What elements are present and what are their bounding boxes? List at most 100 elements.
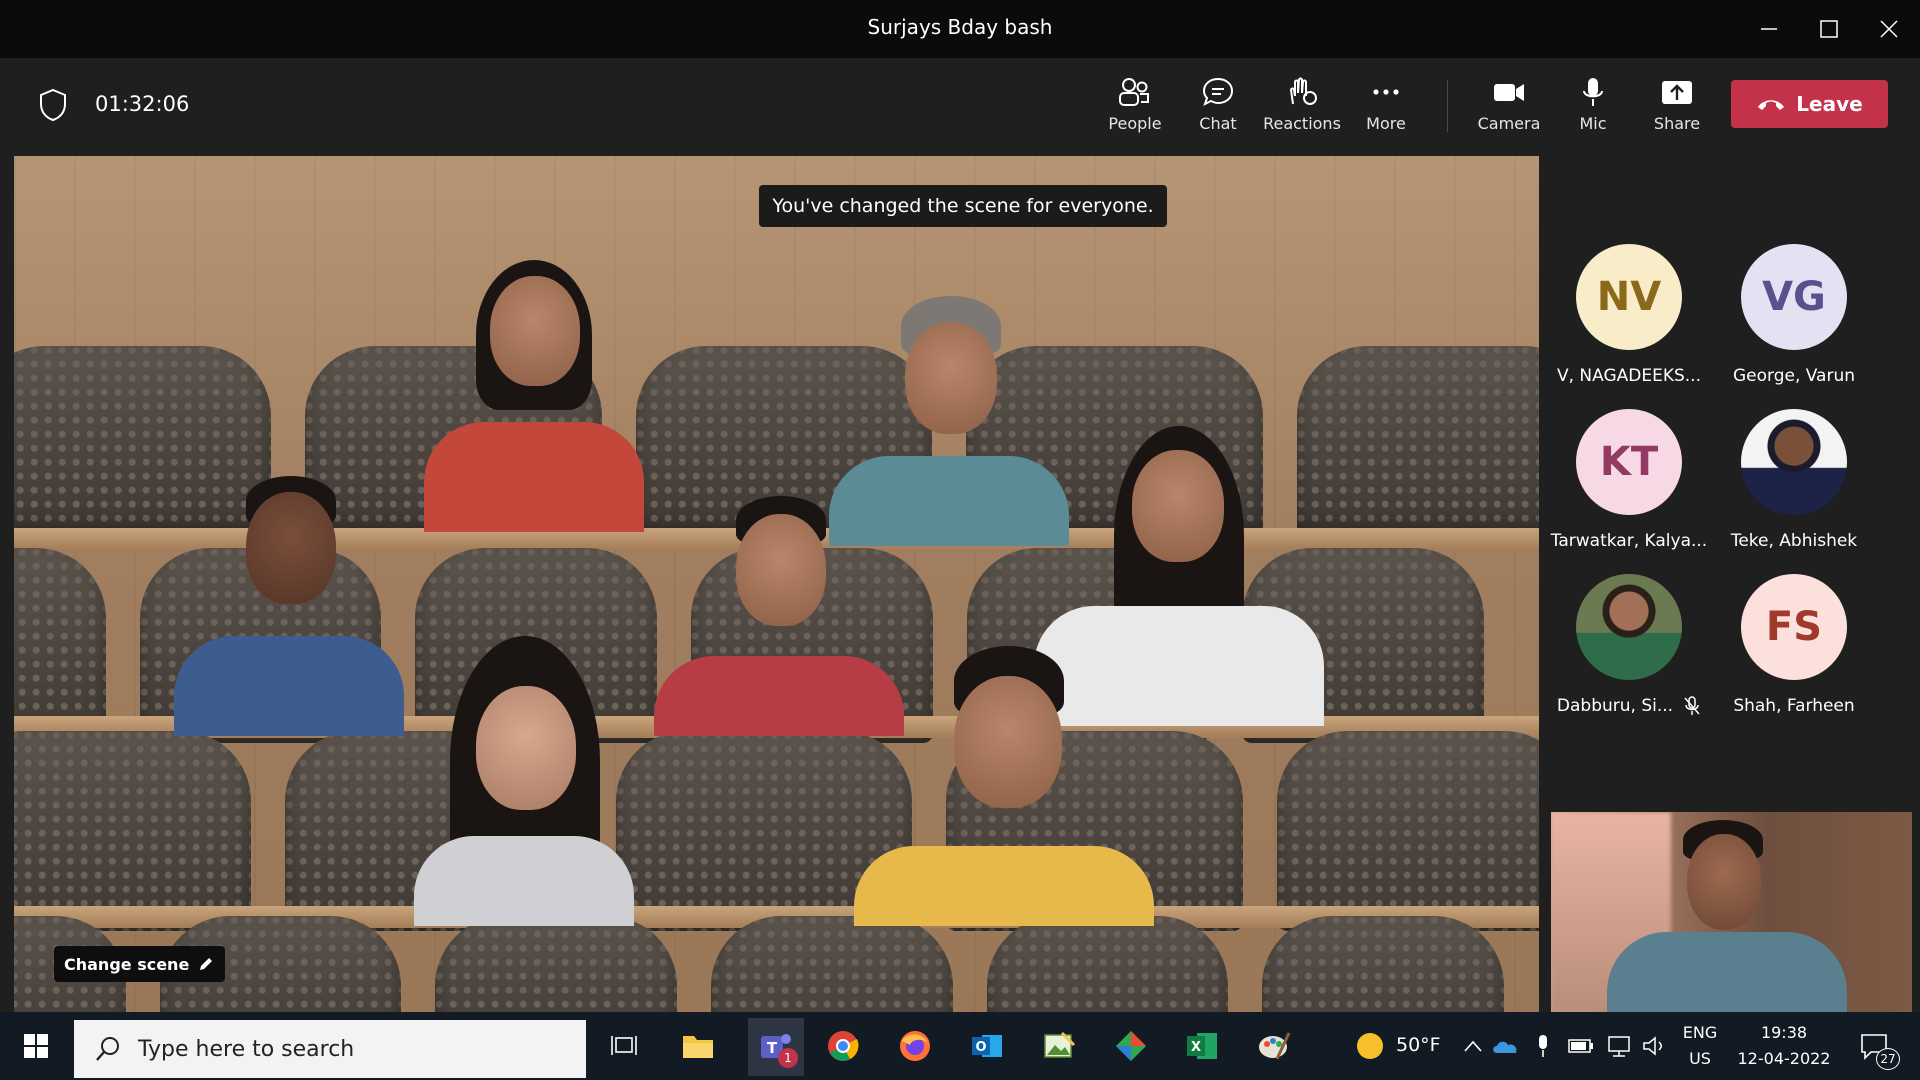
- self-view-video[interactable]: [1551, 812, 1912, 1012]
- shield-icon: [38, 88, 68, 126]
- chrome-icon: [828, 1031, 859, 1061]
- meeting-toolbar: 01:32:06 People Chat Reactions More Came…: [0, 58, 1920, 150]
- avatar-photo: [1741, 409, 1847, 515]
- chrome-app[interactable]: [823, 1026, 863, 1066]
- photos-app[interactable]: [1039, 1026, 1079, 1066]
- search-placeholder: Type here to search: [138, 1036, 355, 1062]
- weather-widget[interactable]: [1350, 1026, 1390, 1066]
- participant-gallery: NV V, NAGADEEKS... VG George, Varun KT T…: [1545, 156, 1920, 812]
- speaker-icon: [1643, 1036, 1662, 1056]
- network-button[interactable]: [1604, 1026, 1634, 1066]
- excel-app[interactable]: X: [1182, 1026, 1222, 1066]
- onedrive-button[interactable]: [1490, 1026, 1520, 1066]
- participant-name: Teke, Abhishek: [1730, 531, 1858, 551]
- participant-tile[interactable]: NV V, NAGADEEKS...: [1549, 244, 1709, 386]
- notification-center-button[interactable]: 27: [1854, 1026, 1900, 1070]
- close-icon: [1880, 20, 1898, 38]
- photo-editor-icon: [1044, 1031, 1076, 1058]
- windows-logo-icon: [24, 1034, 48, 1058]
- participant-name: Dabburu, Si...: [1556, 696, 1674, 716]
- start-button[interactable]: [16, 1026, 56, 1066]
- participant-name: Tarwatkar, Kalya...: [1550, 531, 1708, 551]
- seat-row-3: [14, 731, 1539, 931]
- participant-name: V, NAGADEEKS...: [1556, 366, 1701, 386]
- phone-hangup-icon: [1758, 100, 1785, 110]
- avatar-photo: [1576, 574, 1682, 680]
- title-bar: Surjays Bday bash: [0, 0, 1920, 58]
- taskbar-search[interactable]: Type here to search: [74, 1020, 586, 1078]
- avatar: VG: [1741, 244, 1847, 350]
- maximize-button[interactable]: [1812, 12, 1846, 46]
- avatar: NV: [1576, 244, 1682, 350]
- reactions-icon: [1289, 77, 1317, 105]
- task-view-icon: [611, 1036, 637, 1055]
- firefox-icon: [900, 1031, 930, 1061]
- outlook-icon: O: [972, 1035, 1002, 1057]
- mic-button[interactable]: Mic: [1551, 72, 1635, 142]
- avatar: FS: [1741, 574, 1847, 680]
- svg-text:T: T: [767, 1039, 778, 1057]
- minimize-button[interactable]: [1752, 12, 1786, 46]
- firefox-app[interactable]: [895, 1026, 935, 1066]
- leave-button[interactable]: Leave: [1731, 80, 1888, 128]
- more-button[interactable]: More: [1344, 72, 1428, 142]
- task-view-button[interactable]: [604, 1026, 644, 1066]
- mic-tray-button[interactable]: [1528, 1026, 1558, 1066]
- meeting-timer: 01:32:06: [95, 92, 190, 116]
- windows-taskbar: Type here to search T 1 O X 50°F ENG US …: [0, 1012, 1920, 1080]
- sun-icon: [1357, 1033, 1383, 1059]
- weather-temp: 50°F: [1396, 1034, 1441, 1056]
- chat-button[interactable]: Chat: [1176, 72, 1260, 142]
- chevron-up-icon: [1464, 1040, 1482, 1052]
- volume-button[interactable]: [1640, 1026, 1670, 1066]
- scene-changed-toast: You've changed the scene for everyone.: [759, 185, 1167, 227]
- mic-muted-icon: [1684, 696, 1700, 715]
- file-explorer-app[interactable]: [678, 1026, 718, 1066]
- paint-app[interactable]: [1254, 1026, 1294, 1066]
- meeting-title: Surjays Bday bash: [867, 15, 1053, 39]
- battery-button[interactable]: [1566, 1026, 1596, 1066]
- teams-app[interactable]: T 1: [748, 1018, 804, 1076]
- change-scene-button[interactable]: Change scene: [54, 946, 226, 982]
- toolbar-divider: [1447, 80, 1448, 132]
- network-icon: [1608, 1036, 1630, 1057]
- battery-icon: [1568, 1039, 1593, 1053]
- svg-text:X: X: [1191, 1040, 1201, 1055]
- search-icon: [96, 1037, 119, 1061]
- participant-tile[interactable]: VG George, Varun: [1714, 244, 1874, 386]
- reactions-button[interactable]: Reactions: [1260, 72, 1344, 142]
- more-icon: [1373, 89, 1399, 95]
- participant-video-7: [854, 646, 1154, 926]
- share-button[interactable]: Share: [1635, 72, 1719, 142]
- seat-row-4: [14, 916, 1505, 1012]
- git-client-icon: [1116, 1031, 1146, 1061]
- tray-overflow-button[interactable]: [1458, 1026, 1488, 1066]
- git-app[interactable]: [1111, 1026, 1151, 1066]
- avatar: KT: [1576, 409, 1682, 515]
- participant-video-3: [174, 476, 404, 736]
- camera-icon: [1494, 84, 1524, 101]
- pencil-icon: [200, 958, 213, 970]
- maximize-icon: [1820, 20, 1838, 38]
- minimize-icon: [1761, 28, 1777, 30]
- participant-tile[interactable]: KT Tarwatkar, Kalya...: [1549, 409, 1709, 551]
- language-indicator[interactable]: ENG US: [1676, 1020, 1724, 1072]
- folder-icon: [683, 1036, 713, 1058]
- people-button[interactable]: People: [1093, 72, 1177, 142]
- participant-name: Shah, Farheen: [1733, 696, 1855, 716]
- notification-count: 27: [1876, 1048, 1900, 1070]
- chat-icon: [1202, 77, 1234, 106]
- participant-video-6: [394, 636, 654, 926]
- paint-palette-icon: [1259, 1032, 1291, 1060]
- camera-button[interactable]: Camera: [1467, 72, 1551, 142]
- participant-tile[interactable]: Teke, Abhishek: [1714, 409, 1874, 551]
- close-button[interactable]: [1872, 12, 1906, 46]
- clock[interactable]: 19:38 12-04-2022: [1732, 1020, 1836, 1072]
- outlook-app[interactable]: O: [967, 1026, 1007, 1066]
- participant-tile[interactable]: Dabburu, Si...: [1549, 574, 1709, 716]
- mic-icon: [1583, 78, 1603, 106]
- participant-tile[interactable]: FS Shah, Farheen: [1714, 574, 1874, 716]
- excel-icon: X: [1187, 1033, 1217, 1059]
- participant-name: George, Varun: [1732, 366, 1856, 386]
- together-mode-stage: You've changed the scene for everyone. C…: [14, 156, 1539, 1012]
